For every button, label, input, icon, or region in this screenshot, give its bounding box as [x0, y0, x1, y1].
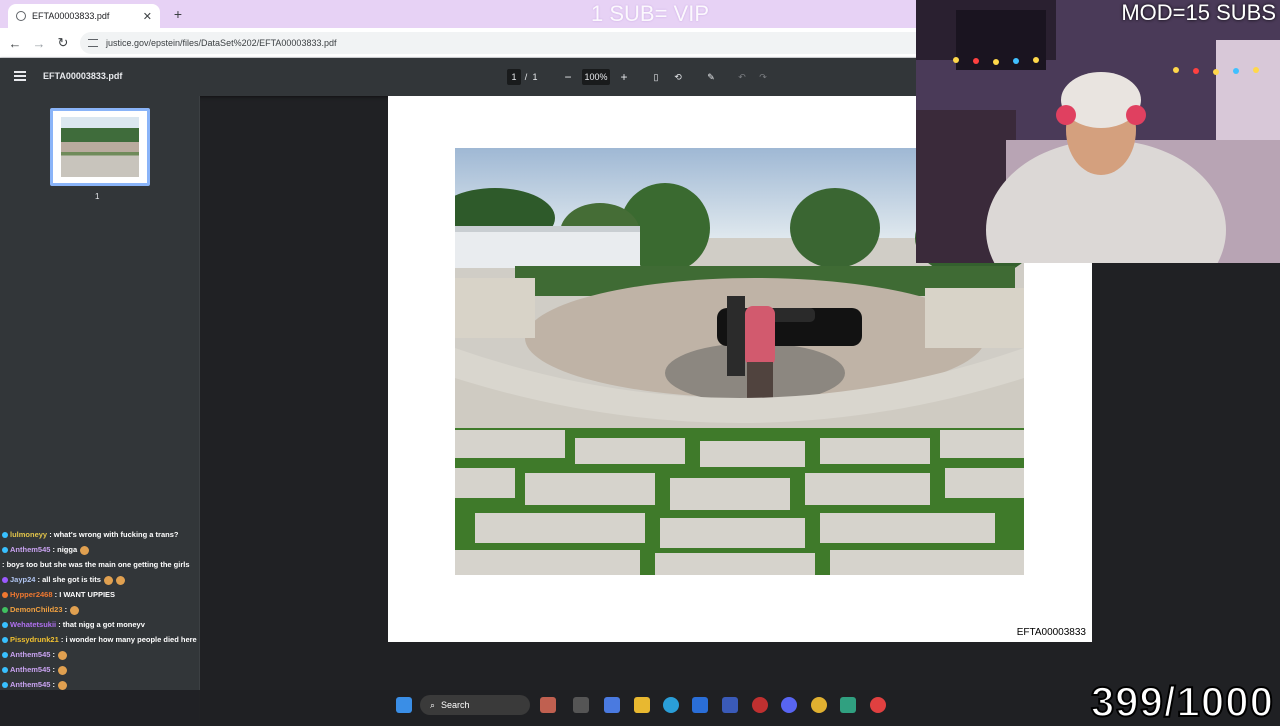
- emote-icon: [58, 680, 68, 690]
- redo-icon[interactable]: ↷: [756, 69, 770, 85]
- page-separator: /: [524, 72, 528, 82]
- tab-title: EFTA00003833.pdf: [32, 11, 110, 21]
- emote-icon: [58, 665, 68, 675]
- badge-icon: [2, 547, 8, 554]
- zoom-input[interactable]: 100%: [582, 69, 610, 85]
- emote-icon: [58, 650, 68, 660]
- badge-icon: [2, 532, 8, 539]
- chrome-icon[interactable]: [870, 697, 886, 713]
- task-view-icon[interactable]: [573, 697, 589, 713]
- webcam-overlay: MOD=15 SUBS: [916, 0, 1280, 263]
- undo-icon[interactable]: ↶: [735, 69, 749, 85]
- fit-page-icon[interactable]: ▯: [649, 69, 663, 85]
- chat-message: Anthem545 :: [2, 662, 242, 677]
- edge-icon[interactable]: [663, 697, 679, 713]
- chat-message: lulmoneyy : what's wrong with fucking a …: [2, 527, 242, 542]
- windows-taskbar: ⌕ Search: [0, 690, 1280, 720]
- page-number-input[interactable]: 1: [507, 69, 521, 85]
- thumbnail-image: [61, 117, 139, 177]
- notepad-icon[interactable]: [840, 697, 856, 713]
- badge-icon: [2, 577, 8, 584]
- chat-message: Wehatetsukii : that nigg a got moneyv: [2, 617, 242, 632]
- mail-icon[interactable]: [722, 697, 738, 713]
- chat-message: : boys too but she was the main one gett…: [2, 560, 190, 569]
- badge-icon: [2, 682, 8, 689]
- chat-message: Pissydrunk21 : i wonder how many people …: [2, 632, 242, 647]
- badge-icon: [2, 667, 8, 674]
- chat-message: Anthem545 :: [2, 647, 242, 662]
- chrome-icon[interactable]: [811, 697, 827, 713]
- widget-icon[interactable]: [540, 697, 556, 713]
- badge-icon: [2, 622, 8, 629]
- emote-icon: [115, 575, 125, 585]
- stream-overlay-vip-text: 1 SUB= VIP: [590, 1, 709, 26]
- app-icon[interactable]: [604, 697, 620, 713]
- badge-icon: [2, 637, 8, 644]
- zoom-out-icon[interactable]: −: [561, 69, 575, 85]
- emote-icon: [70, 605, 80, 615]
- zoom-in-icon[interactable]: +: [617, 69, 631, 85]
- search-label: Search: [441, 700, 470, 710]
- stream-overlay-mod-text: MOD=15 SUBS: [1121, 0, 1276, 25]
- pdf-title: EFTA00003833.pdf: [43, 71, 123, 81]
- menu-icon[interactable]: [14, 71, 26, 81]
- browser-tab[interactable]: EFTA00003833.pdf ✕: [8, 4, 160, 28]
- store-icon[interactable]: [692, 697, 708, 713]
- file-explorer-icon[interactable]: [634, 697, 650, 713]
- url-text: justice.gov/epstein/files/DataSet%202/EF…: [106, 38, 337, 48]
- site-info-icon[interactable]: [88, 39, 98, 47]
- back-arrow-icon[interactable]: ←: [6, 34, 24, 52]
- badge-icon: [2, 652, 8, 659]
- page-thumbnail[interactable]: [50, 108, 150, 186]
- thumbnail-label: 1: [95, 192, 100, 201]
- chat-message: Anthem545 : nigga: [2, 542, 242, 557]
- discord-icon[interactable]: [781, 697, 797, 713]
- badge-icon: [2, 592, 8, 599]
- document-id: EFTA00003833: [1016, 627, 1086, 638]
- emote-icon: [103, 575, 113, 585]
- chat-message: Hypper2468 : I WANT UPPIES: [2, 587, 242, 602]
- app-icon[interactable]: [752, 697, 768, 713]
- taskbar-search[interactable]: ⌕ Search: [420, 695, 530, 715]
- stream-chat: lulmoneyy : what's wrong with fucking a …: [2, 527, 242, 692]
- badge-icon: [2, 607, 8, 614]
- rotate-icon[interactable]: ⟲: [671, 69, 685, 85]
- close-tab-icon[interactable]: ✕: [143, 10, 152, 23]
- search-icon: ⌕: [430, 699, 436, 710]
- annotate-icon[interactable]: ✎: [704, 69, 718, 85]
- page-total: 1: [532, 72, 538, 82]
- globe-icon: [16, 11, 26, 21]
- reload-icon[interactable]: ↻: [54, 34, 72, 52]
- chat-message: DemonChild23 :: [2, 602, 242, 617]
- forward-arrow-icon[interactable]: →: [30, 34, 48, 52]
- emote-icon: [80, 545, 90, 555]
- new-tab-button[interactable]: +: [168, 4, 188, 24]
- stream-overlay-counter: 399/1000: [1090, 677, 1274, 726]
- start-icon[interactable]: [396, 697, 412, 713]
- chat-message: Jayp24 : all she got is tits: [2, 572, 242, 587]
